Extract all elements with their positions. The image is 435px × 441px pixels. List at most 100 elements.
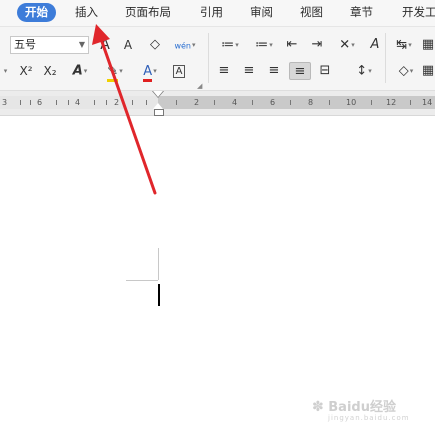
distributed-align-button[interactable]: ⊟ [315,62,335,80]
ruler-number: 6 [270,98,276,107]
baidu-watermark-logo: ✽ Baidu经验 jingyan.baidu.com [312,396,409,422]
char-border-icon: A [172,65,186,78]
grid-icon: ▦ [421,37,435,52]
justify-icon: ≡ [294,64,306,79]
character-border-button[interactable]: A [170,62,188,80]
ribbon-home: 五号 ▼ A A ◇ wén▾ ≔▾ ≔▾ ⇤ ⇥ ✕▾ A ↹▾ ▦ ▾ X² [0,27,435,91]
chinese-layout-icon: ✕ [339,37,351,53]
tab-developer[interactable]: 开发工 [402,3,435,22]
font-size-value: 五号 [14,38,36,51]
border-icon: ▦ [421,63,435,78]
paw-icon: ✽ [312,399,324,415]
phonetic-guide-button[interactable]: wén▾ [170,36,200,54]
ruler-tick [106,100,107,105]
horizontal-ruler[interactable]: 3 6 4 2 2 4 6 8 10 12 14 [0,91,435,116]
ruler-tick [329,100,330,105]
grow-font-button[interactable]: A [97,36,113,54]
shading-button[interactable]: ◇▾ [392,62,420,80]
ruler-tick [30,100,31,105]
watermark-brand: Baidu经验 [328,400,396,415]
align-center-button[interactable]: ≡ [240,62,258,80]
indent-icon: ⇥ [311,37,323,52]
chevron-down-icon: ▼ [78,40,85,49]
ruler-tick [56,100,57,105]
ruler-number: 4 [75,98,81,107]
numbering-button[interactable]: ≔▾ [250,36,278,54]
tab-insert[interactable]: 插入 [75,3,98,22]
align-left-icon: ≡ [218,63,230,78]
text-cursor [158,284,160,306]
margin-corner-mark [158,248,159,280]
increase-indent-button[interactable]: ⇥ [308,36,326,54]
decrease-indent-button[interactable]: ⇤ [283,36,301,54]
ruler-number: 10 [346,98,357,107]
ruler-number: 6 [37,98,43,107]
ruler-tick [146,100,147,105]
tab-home[interactable]: 开始 [17,3,56,22]
strikethrough-dropdown[interactable]: ▾ [0,62,10,80]
tab-page-layout[interactable]: 页面布局 [125,3,171,22]
tab-references[interactable]: 引用 [200,3,223,22]
watermark-url: jingyan.baidu.com [328,414,410,422]
ruler-number: 2 [194,98,200,107]
menu-tab-bar: 开始 插入 页面布局 引用 审阅 视图 章节 开发工 [0,0,435,27]
ruler-number: 2 [114,98,120,107]
ruler-tick [176,100,177,105]
ruler-number: 14 [422,98,433,107]
ruler-tick [20,100,21,105]
ruler-tick [290,100,291,105]
tab-section[interactable]: 章节 [350,3,373,22]
margin-corner-mark [126,280,158,281]
ruler-tick [214,100,215,105]
outdent-icon: ⇤ [286,37,298,52]
line-spacing-button[interactable]: ↕▾ [350,62,378,80]
text-direction-icon: A [370,37,380,52]
show-marks-button[interactable]: ▦ [421,36,435,54]
text-effect-icon: A [72,63,83,79]
clear-format-button[interactable]: ◇ [145,36,165,54]
font-color-icon: A [143,63,153,82]
document-canvas[interactable] [0,116,435,441]
ruler-number: 8 [308,98,314,107]
ribbon-divider [385,33,386,83]
left-indent-marker[interactable] [154,109,164,116]
eraser-icon: ◇ [150,37,160,52]
ruler-tick [371,100,372,105]
bullet-list-icon: ≔ [221,37,235,53]
align-right-icon: ≡ [268,63,280,78]
distributed-icon: ⊟ [319,63,331,78]
sort-button[interactable]: ↹▾ [391,36,417,54]
chinese-layout-button[interactable]: ✕▾ [333,36,361,54]
ruler-tick [410,100,411,105]
ruler-tick [132,100,133,105]
subscript-button[interactable]: X₂ [40,62,60,80]
tab-view[interactable]: 视图 [300,3,323,22]
ruler-tick [94,100,95,105]
first-line-indent-marker-fill [153,91,163,97]
highlighter-icon: ✎ [107,63,119,82]
line-spacing-icon: ↕ [356,63,368,79]
superscript-button[interactable]: X² [16,62,36,80]
ribbon-divider [208,33,209,83]
paint-bucket-icon: ◇ [398,63,409,79]
text-effect-button[interactable]: A▾ [66,62,94,80]
ruler-tick [68,100,69,105]
shrink-font-button[interactable]: A [120,36,136,54]
font-size-select[interactable]: 五号 ▼ [10,36,89,54]
sort-icon: ↹ [396,37,408,53]
bullets-button[interactable]: ≔▾ [216,36,244,54]
ruler-tick [252,100,253,105]
font-color-button[interactable]: A▾ [136,62,164,82]
tab-review[interactable]: 审阅 [250,3,273,22]
align-right-button[interactable]: ≡ [265,62,283,80]
justify-button[interactable]: ≡ [289,62,311,80]
font-dialog-launcher-icon[interactable]: ◢ [197,82,202,90]
ruler-number: 12 [386,98,397,107]
ruler-number: 3 [2,98,8,107]
borders-button[interactable]: ▦ [421,62,435,80]
align-center-icon: ≡ [243,63,255,78]
text-direction-button[interactable]: A [366,36,384,54]
ruler-number: 4 [232,98,238,107]
align-left-button[interactable]: ≡ [215,62,233,80]
highlight-button[interactable]: ✎▾ [100,62,130,82]
